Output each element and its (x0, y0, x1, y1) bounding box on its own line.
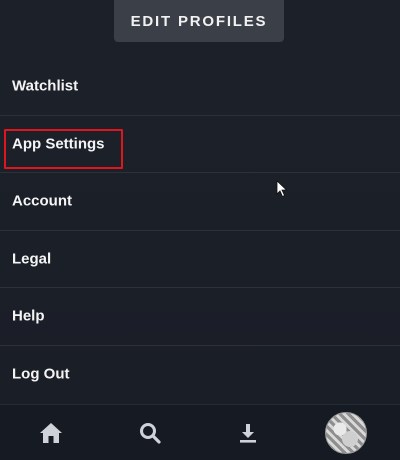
avatar (325, 412, 367, 454)
tab-downloads[interactable] (218, 405, 278, 460)
menu-item-label: Watchlist (12, 77, 79, 95)
download-icon (240, 424, 256, 443)
tab-profile[interactable] (316, 405, 376, 460)
bottom-tab-bar (0, 404, 400, 460)
account-menu: Watchlist App Settings Account Legal Hel… (0, 58, 400, 403)
menu-item-help[interactable]: Help (0, 288, 400, 346)
menu-item-account[interactable]: Account (0, 173, 400, 231)
tab-search[interactable] (120, 405, 180, 460)
mouse-cursor-icon (276, 180, 288, 198)
highlight-annotation-box (4, 129, 123, 169)
menu-item-label: Legal (12, 250, 52, 268)
menu-item-label: Account (12, 192, 72, 210)
menu-item-log-out[interactable]: Log Out (0, 346, 400, 404)
tab-home[interactable] (21, 405, 81, 460)
menu-item-label: Log Out (12, 365, 70, 383)
menu-item-watchlist[interactable]: Watchlist (0, 58, 400, 116)
menu-item-legal[interactable]: Legal (0, 231, 400, 288)
menu-item-label: Help (12, 307, 45, 325)
search-icon (140, 423, 161, 444)
home-icon (40, 423, 62, 443)
edit-profiles-button[interactable]: EDIT PROFILES (114, 0, 284, 42)
app-screen: EDIT PROFILES Watchlist App Settings Acc… (0, 0, 400, 460)
